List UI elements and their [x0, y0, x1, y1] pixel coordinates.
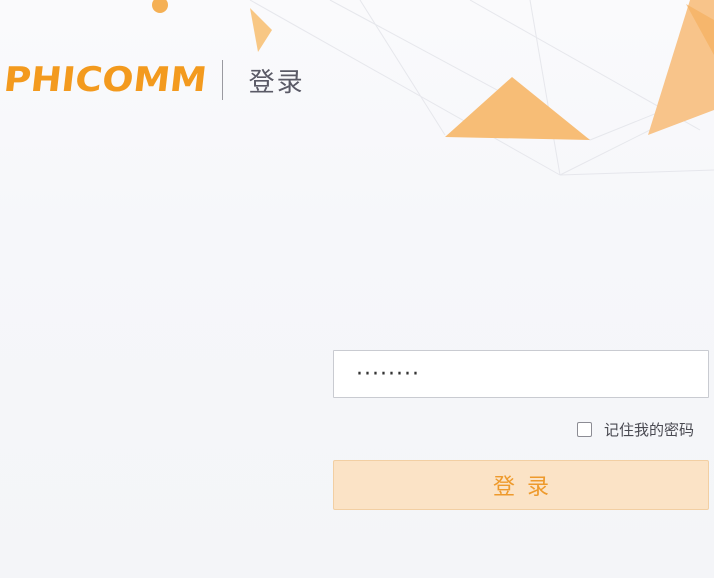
remember-password[interactable]: 记住我的密码: [577, 419, 694, 440]
remember-password-label[interactable]: 记住我的密码: [604, 419, 694, 440]
brand-logo-text: PHICOMM: [1, 60, 209, 100]
header-divider: [221, 60, 223, 100]
password-input[interactable]: [354, 360, 708, 388]
password-field[interactable]: [333, 350, 709, 398]
login-page: PHICOMM 登录 记住我的密码 登录: [0, 0, 714, 578]
checkbox-icon[interactable]: [577, 422, 592, 437]
header: PHICOMM 登录: [0, 56, 305, 104]
login-button[interactable]: 登录: [333, 460, 709, 510]
login-button-label: 登录: [492, 475, 561, 500]
brand-logo: PHICOMM: [1, 60, 209, 100]
page-title: 登录: [248, 67, 305, 98]
